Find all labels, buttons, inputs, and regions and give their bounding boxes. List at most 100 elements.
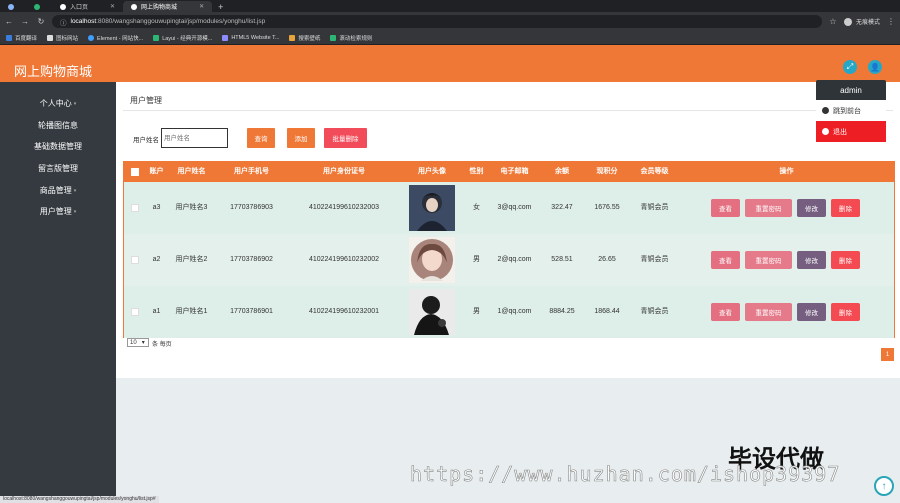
user-avatar-image <box>409 185 455 231</box>
bookmark-icon <box>47 34 54 41</box>
chevron-down-icon: ▾ <box>73 208 77 215</box>
sidebar: 个人中心 ▾ 轮播图信息 基础数据管理 留言版管理 商品管理 ▾ 用户管理 ▾ <box>0 82 116 503</box>
reload-icon[interactable]: ↻ <box>36 17 46 26</box>
url-host: localhost <box>70 18 97 25</box>
cell-gender: 女 <box>473 204 480 211</box>
tab-favicon-icon <box>8 3 14 10</box>
cell-points: 26.65 <box>598 256 616 263</box>
scroll-to-top-icon[interactable]: ↑ <box>874 476 894 496</box>
column-header: 电子邮箱 <box>500 168 529 175</box>
bookmark-item[interactable]: 图标网站 <box>47 34 78 42</box>
edit-button[interactable]: 修改 <box>797 199 826 217</box>
bookmark-item[interactable]: Layui - 经典开源模... <box>153 34 212 42</box>
view-button[interactable]: 查看 <box>711 251 740 269</box>
select-all-checkbox[interactable] <box>131 168 139 176</box>
edit-button[interactable]: 修改 <box>797 303 826 321</box>
bookmark-icon <box>153 34 160 41</box>
cell-gender: 男 <box>473 256 480 263</box>
sidebar-item-guestbook[interactable]: 留言版管理 <box>0 158 116 179</box>
browser-toolbar: ← → ↻ ⓘ localhost :8080/wangshanggouwupi… <box>0 12 900 31</box>
sidebar-item-carousel[interactable]: 轮播图信息 <box>0 115 116 136</box>
browser-tab[interactable]: 入口页 ✕ <box>52 1 123 12</box>
sidebar-item-base-data[interactable]: 基础数据管理 <box>0 136 116 157</box>
row-checkbox[interactable] <box>131 308 139 316</box>
cell-name: 用户姓名2 <box>175 256 208 263</box>
browser-tab[interactable] <box>0 1 26 12</box>
user-dropdown: admin 跳到前台 退出 <box>816 80 886 142</box>
front-icon <box>822 107 829 114</box>
table-header: 账户 用户姓名 用户手机号 用户身份证号 用户头像 性别 电子邮箱 余额 现积分… <box>124 162 894 182</box>
page-title: 用户管理 <box>130 96 162 105</box>
user-avatar-icon[interactable]: 👤 <box>868 60 882 74</box>
new-tab-icon[interactable]: + <box>212 2 229 12</box>
bookmark-star-icon[interactable]: ☆ <box>828 17 838 26</box>
bookmark-item[interactable]: 滚动检索规则 <box>330 34 372 42</box>
tab-favicon-icon <box>131 3 138 10</box>
column-header: 用户身份证号 <box>323 168 365 175</box>
column-header: 余额 <box>555 168 569 175</box>
chevron-down-icon: ▾ <box>141 340 145 346</box>
search-button[interactable]: 查询 <box>247 128 275 148</box>
browser-tab[interactable] <box>26 1 52 12</box>
delete-button[interactable]: 删除 <box>831 303 860 321</box>
app-title: 网上购物商城 <box>14 64 93 79</box>
delete-button[interactable]: 删除 <box>831 251 860 269</box>
title-divider <box>123 110 893 111</box>
back-icon[interactable]: ← <box>4 17 14 26</box>
tab-close-icon[interactable]: ✕ <box>110 3 115 10</box>
cell-level: 青铜会员 <box>640 204 669 211</box>
sidebar-item-profile[interactable]: 个人中心 ▾ <box>0 93 116 114</box>
page-size-select[interactable]: 10 ▾ <box>127 338 149 347</box>
go-front-button[interactable]: 跳到前台 <box>816 100 886 121</box>
sidebar-item-products[interactable]: 商品管理 ▾ <box>0 180 116 201</box>
cell-phone: 17703786903 <box>230 204 273 211</box>
search-input[interactable] <box>161 128 228 148</box>
fullscreen-icon[interactable]: ⤢ <box>843 60 857 74</box>
cell-id-card: 410224199610232003 <box>308 204 380 211</box>
cell-balance: 528.51 <box>551 256 573 263</box>
forward-icon[interactable]: → <box>20 17 30 26</box>
cell-phone: 17703786902 <box>230 256 273 263</box>
reset-password-button[interactable]: 重置密码 <box>745 251 792 269</box>
batch-delete-button[interactable]: 批量删除 <box>324 128 367 148</box>
view-button[interactable]: 查看 <box>711 303 740 321</box>
address-bar[interactable]: ⓘ localhost :8080/wangshanggouwupingtai/… <box>52 15 822 28</box>
bookmark-icon <box>222 34 229 41</box>
edit-button[interactable]: 修改 <box>797 251 826 269</box>
cell-email: 3@qq.com <box>497 204 532 211</box>
view-button[interactable]: 查看 <box>711 199 740 217</box>
cell-account: a3 <box>152 204 161 211</box>
tab-close-icon[interactable]: ✕ <box>199 3 204 10</box>
bookmark-item[interactable]: HTML5 Website T... <box>222 34 279 41</box>
row-checkbox[interactable] <box>131 204 139 212</box>
menu-dots-icon[interactable]: ⋮ <box>886 17 896 26</box>
bookmark-item[interactable]: 搜索壁纸 <box>289 34 320 42</box>
reset-password-button[interactable]: 重置密码 <box>745 199 792 217</box>
tab-favicon-icon <box>60 3 66 10</box>
reset-password-button[interactable]: 重置密码 <box>745 303 792 321</box>
logout-button[interactable]: 退出 <box>816 121 886 142</box>
cell-id-card: 410224199610232001 <box>308 308 380 315</box>
column-header: 用户头像 <box>418 168 446 175</box>
column-header: 性别 <box>469 168 484 175</box>
user-table: 账户 用户姓名 用户手机号 用户身份证号 用户头像 性别 电子邮箱 余额 现积分… <box>123 161 895 338</box>
bookmark-item[interactable]: Element - 网站快... <box>88 34 143 42</box>
bookmark-icon <box>289 34 296 41</box>
delete-button[interactable]: 删除 <box>831 199 860 217</box>
cell-id-card: 410224199610232002 <box>308 256 380 263</box>
page-size-label: 条 每页 <box>152 342 172 348</box>
cell-balance: 322.47 <box>551 204 573 211</box>
add-button[interactable]: 添加 <box>287 128 315 148</box>
browser-tab-active[interactable]: 网上购物商城 ✕ <box>123 1 213 12</box>
sidebar-item-users[interactable]: 用户管理 ▾ <box>0 201 116 222</box>
url-path: :8080/wangshanggouwupingtai/jsp/modules/… <box>96 18 266 25</box>
row-checkbox[interactable] <box>131 256 139 264</box>
profile-button[interactable]: 无痕模式 <box>843 17 880 26</box>
status-bar-url: localhost:8080/wangshanggouwupingtai/jsp… <box>0 496 159 503</box>
column-header: 账户 <box>149 168 164 175</box>
bookmark-icon <box>88 34 95 41</box>
page-number-button[interactable]: 1 <box>881 348 894 361</box>
watermark-url: https://www.huzhan.com/ishop39397 <box>410 462 841 487</box>
cell-email: 1@qq.com <box>497 308 532 315</box>
bookmark-item[interactable]: 百度翻译 <box>6 34 37 42</box>
